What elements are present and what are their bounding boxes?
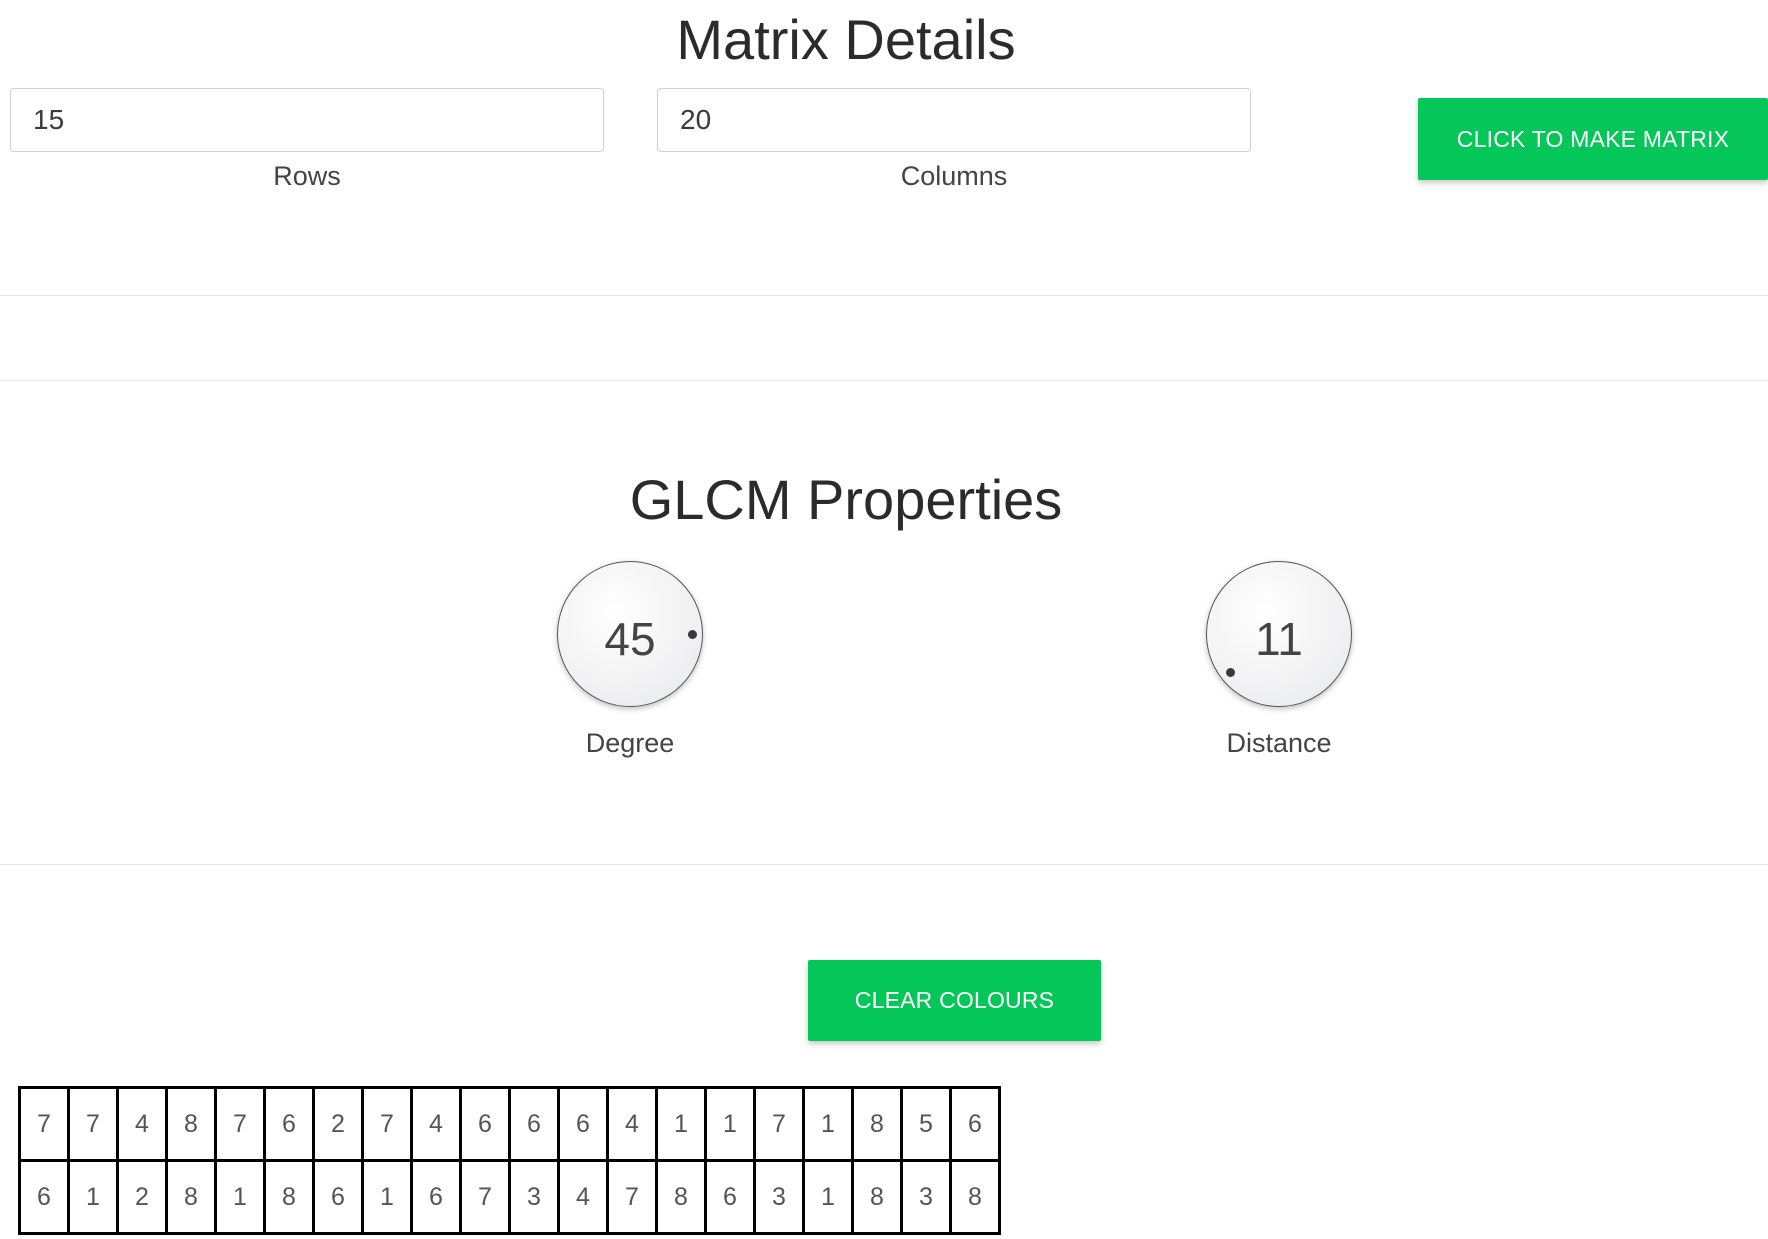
- rows-label: Rows: [273, 161, 341, 191]
- matrix-cell[interactable]: 8: [655, 1159, 707, 1235]
- degree-knob[interactable]: 45: [557, 561, 703, 707]
- matrix-cell[interactable]: 4: [557, 1159, 609, 1235]
- distance-label: Distance: [1226, 728, 1332, 758]
- degree-value: 45: [604, 613, 656, 665]
- matrix-cell[interactable]: 6: [557, 1086, 609, 1162]
- matrix-cell[interactable]: 3: [753, 1159, 805, 1235]
- matrix-cell[interactable]: 8: [851, 1159, 903, 1235]
- matrix-cell[interactable]: 4: [606, 1086, 658, 1162]
- knob-indicator-dot: [688, 630, 697, 639]
- matrix-cell[interactable]: 6: [459, 1086, 511, 1162]
- matrix-cell[interactable]: 6: [263, 1086, 315, 1162]
- divider: [0, 295, 1768, 296]
- matrix-cell[interactable]: 7: [459, 1159, 511, 1235]
- knob-indicator-dot: [1226, 668, 1235, 677]
- matrix-row: 77487627466641171856: [18, 1086, 1001, 1162]
- matrix-cell[interactable]: 6: [949, 1086, 1001, 1162]
- distance-value: 11: [1255, 613, 1303, 665]
- matrix-cell[interactable]: 7: [606, 1159, 658, 1235]
- matrix-cell[interactable]: 1: [802, 1159, 854, 1235]
- matrix-cell[interactable]: 6: [508, 1086, 560, 1162]
- degree-label: Degree: [585, 728, 675, 758]
- matrix-cell[interactable]: 1: [67, 1159, 119, 1235]
- distance-knob[interactable]: 11: [1206, 561, 1352, 707]
- rows-input[interactable]: [10, 88, 604, 152]
- matrix-cell[interactable]: 1: [655, 1086, 707, 1162]
- matrix-cell[interactable]: 8: [263, 1159, 315, 1235]
- matrix-row: 61281861673478631838: [18, 1159, 1001, 1235]
- matrix-cell[interactable]: 7: [67, 1086, 119, 1162]
- matrix-cell[interactable]: 5: [900, 1086, 952, 1162]
- make-matrix-button[interactable]: CLICK TO MAKE MATRIX: [1418, 98, 1768, 180]
- matrix-cell[interactable]: 3: [508, 1159, 560, 1235]
- matrix-cell[interactable]: 6: [312, 1159, 364, 1235]
- matrix-details-title: Matrix Details: [676, 8, 1016, 71]
- matrix-grid: 7748762746664117185661281861673478631838: [18, 1086, 1001, 1235]
- columns-label: Columns: [900, 161, 1008, 191]
- matrix-cell[interactable]: 6: [410, 1159, 462, 1235]
- matrix-cell[interactable]: 1: [214, 1159, 266, 1235]
- matrix-cell[interactable]: 7: [214, 1086, 266, 1162]
- columns-input[interactable]: [657, 88, 1251, 152]
- matrix-cell[interactable]: 8: [165, 1159, 217, 1235]
- matrix-cell[interactable]: 4: [116, 1086, 168, 1162]
- matrix-cell[interactable]: 7: [753, 1086, 805, 1162]
- matrix-cell[interactable]: 6: [704, 1159, 756, 1235]
- glcm-properties-title: GLCM Properties: [629, 468, 1063, 531]
- matrix-cell[interactable]: 7: [361, 1086, 413, 1162]
- matrix-cell[interactable]: 7: [18, 1086, 70, 1162]
- matrix-cell[interactable]: 1: [802, 1086, 854, 1162]
- matrix-cell[interactable]: 3: [900, 1159, 952, 1235]
- matrix-cell[interactable]: 2: [116, 1159, 168, 1235]
- matrix-cell[interactable]: 2: [312, 1086, 364, 1162]
- matrix-cell[interactable]: 6: [18, 1159, 70, 1235]
- clear-colours-button[interactable]: CLEAR COLOURS: [808, 960, 1101, 1041]
- matrix-cell[interactable]: 8: [949, 1159, 1001, 1235]
- matrix-cell[interactable]: 1: [361, 1159, 413, 1235]
- divider: [0, 380, 1768, 381]
- matrix-cell[interactable]: 4: [410, 1086, 462, 1162]
- matrix-cell[interactable]: 1: [704, 1086, 756, 1162]
- matrix-cell[interactable]: 8: [851, 1086, 903, 1162]
- matrix-cell[interactable]: 8: [165, 1086, 217, 1162]
- divider: [0, 864, 1768, 865]
